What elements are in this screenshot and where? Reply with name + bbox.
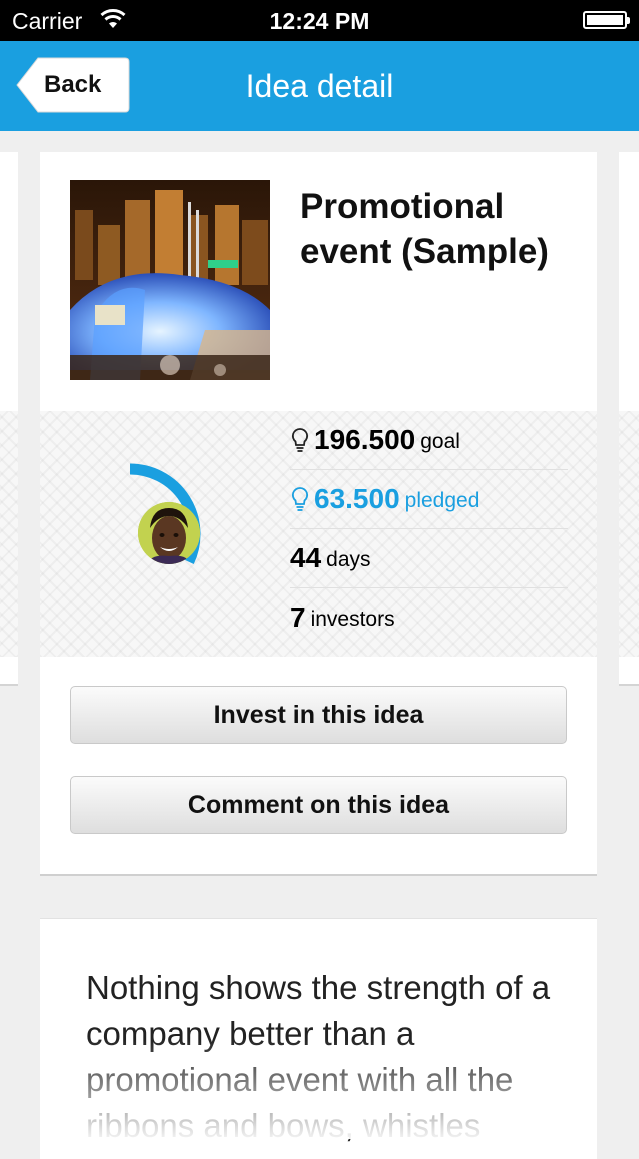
pledged-value: 63.500 [314,483,400,514]
back-label: Back [44,71,102,98]
status-bar: Carrier 12:24 PM [0,0,639,41]
idea-image [70,180,270,380]
goal-value: 196.500 [314,424,416,455]
lightbulb-icon [291,428,309,452]
comment-button[interactable]: Comment on this idea [70,776,567,834]
clock: 12:24 PM [269,8,370,34]
event-photo-icon [70,180,270,380]
pledged-stat: 63.500 pledged [290,470,568,529]
back-button[interactable]: Back [16,57,130,113]
description-fade [40,1039,597,1139]
avatar[interactable] [138,502,200,564]
lightbulb-icon [291,487,309,511]
idea-title: Promotional event (Sample) [300,187,549,271]
investors-label: investors [310,607,395,631]
days-label: days [326,548,371,571]
days-stat: 44 days [290,529,568,588]
description-card: Nothing shows the strength of a company … [40,918,597,1159]
days-value: 44 [290,542,322,573]
avatar-photo-icon [138,502,200,564]
previous-card-peek[interactable] [0,152,18,686]
navigation-bar: Idea detail Back [0,41,639,131]
goal-label: goal [420,430,460,453]
next-card-peek[interactable] [619,152,639,686]
idea-card: Promotional event (Sample) 196.500 goal … [40,152,597,876]
stats-panel: 196.500 goal 63.500 pledged 44 days 7 in… [40,411,597,657]
battery-icon [583,11,630,29]
goal-stat: 196.500 goal [290,411,568,470]
invest-button[interactable]: Invest in this idea [70,686,567,744]
investors-stat: 7 investors [290,588,568,647]
investors-value: 7 [290,601,306,633]
pledged-label: pledged [404,489,480,512]
